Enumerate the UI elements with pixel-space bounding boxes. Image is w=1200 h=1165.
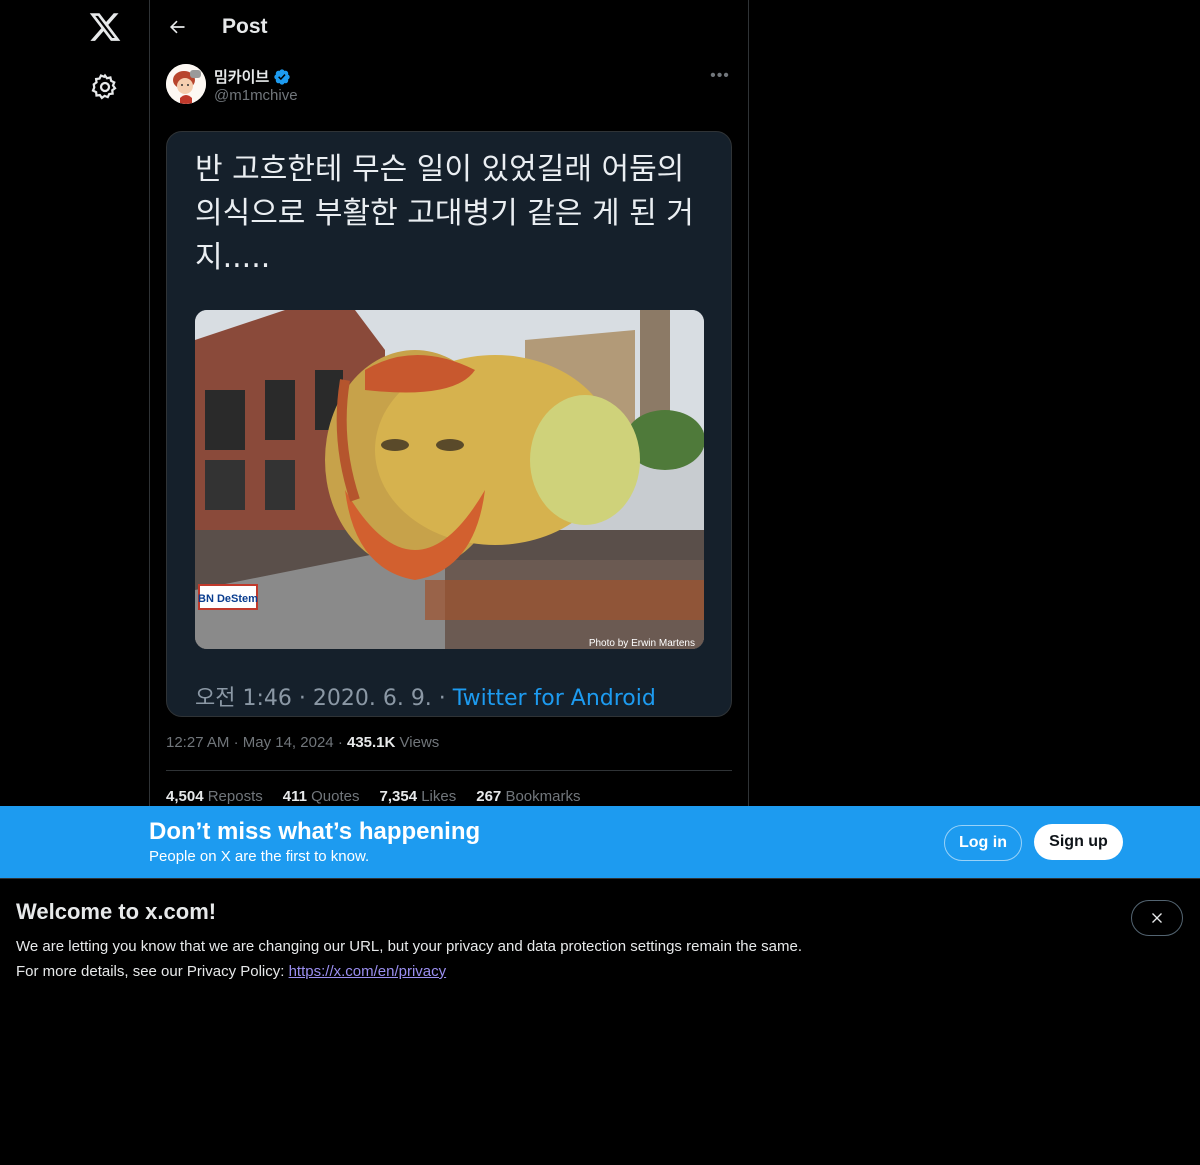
page-title: Post [222, 15, 268, 38]
author-handle[interactable]: @m1mchive [214, 87, 298, 104]
left-nav [0, 0, 150, 806]
stat-quotes[interactable]: 411 Quotes [283, 788, 360, 805]
privacy-policy-link[interactable]: https://x.com/en/privacy [289, 963, 447, 980]
post-header: Post [150, 0, 748, 54]
welcome-privacy-line: For more details, see our Privacy Policy… [16, 963, 446, 980]
post-author: 밈카이브 @m1mchive ••• [166, 64, 732, 108]
gear-icon[interactable] [90, 72, 120, 102]
stat-label: Likes [421, 788, 457, 805]
close-icon[interactable] [1131, 900, 1183, 936]
stat-label: Reposts [207, 788, 263, 805]
welcome-message: We are letting you know that we are chan… [16, 938, 802, 955]
media-photo: BN DeStem Photo by Erwin Martens [195, 310, 704, 649]
login-button[interactable]: Log in [944, 825, 1022, 861]
post-time[interactable]: 12:27 AM [166, 734, 229, 751]
stat-count: 4,504 [166, 788, 204, 805]
post-date[interactable]: May 14, 2024 [243, 734, 334, 751]
stat-label: Quotes [311, 788, 360, 805]
post-media[interactable]: 반 고흐한테 무슨 일이 있었길래 어둠의 의식으로 부활한 고대병기 같은 게… [166, 131, 732, 717]
media-screenshot-text: 반 고흐한테 무슨 일이 있었길래 어둠의 의식으로 부활한 고대병기 같은 게… [195, 152, 694, 275]
author-display-name: 밈카이브 [214, 69, 270, 86]
welcome-notice: Welcome to x.com! We are letting you kno… [0, 878, 1200, 1165]
divider [166, 770, 732, 771]
media-caption: 오전 1:46 · 2020. 6. 9. · Twitter for Andr… [195, 680, 656, 712]
media-caption-time: 오전 1:46 · 2020. 6. 9. · [195, 686, 453, 711]
banner-subtitle: People on X are the first to know. [149, 848, 370, 865]
more-horizontal-icon[interactable]: ••• [708, 64, 732, 88]
photo-banner-text: BN DeStem [198, 593, 258, 605]
stat-bookmarks[interactable]: 267 Bookmarks [476, 788, 580, 805]
avatar[interactable] [166, 64, 206, 104]
stat-count: 267 [476, 788, 502, 805]
photo-credit: Photo by Erwin Martens [589, 638, 695, 649]
banner-title: Don’t miss what’s happening [149, 818, 481, 845]
signup-button[interactable]: Sign up [1034, 824, 1123, 860]
stat-reposts[interactable]: 4,504 Reposts [166, 788, 263, 805]
views-label: Views [399, 734, 440, 751]
post-meta: 12:27 AM · May 14, 2024 · 435.1K Views [166, 734, 439, 751]
privacy-prefix: For more details, see our Privacy Policy… [16, 963, 289, 980]
x-logo-icon[interactable] [88, 10, 122, 44]
stat-count: 7,354 [379, 788, 418, 805]
views-count: 435.1K [346, 734, 396, 751]
media-caption-source: Twitter for Android [452, 686, 656, 711]
stat-count: 411 [282, 788, 307, 805]
stat-likes[interactable]: 7,354 Likes [380, 788, 457, 805]
author-name[interactable]: 밈카이브 [214, 66, 291, 87]
post-stats: 4,504 Reposts 411 Quotes 7,354 Likes 267… [166, 788, 580, 805]
signup-banner: Don’t miss what’s happening People on X … [0, 806, 1200, 878]
meta-separator: · [233, 734, 243, 751]
verified-badge-icon [273, 68, 291, 86]
welcome-title: Welcome to x.com! [16, 899, 217, 924]
meta-separator: · [337, 734, 347, 751]
post-column: Post 밈카이브 @m1mchive ••• 반 고흐한테 무슨 일이 있었길… [149, 0, 749, 806]
arrow-left-icon[interactable] [160, 10, 194, 44]
stat-label: Bookmarks [505, 788, 581, 805]
